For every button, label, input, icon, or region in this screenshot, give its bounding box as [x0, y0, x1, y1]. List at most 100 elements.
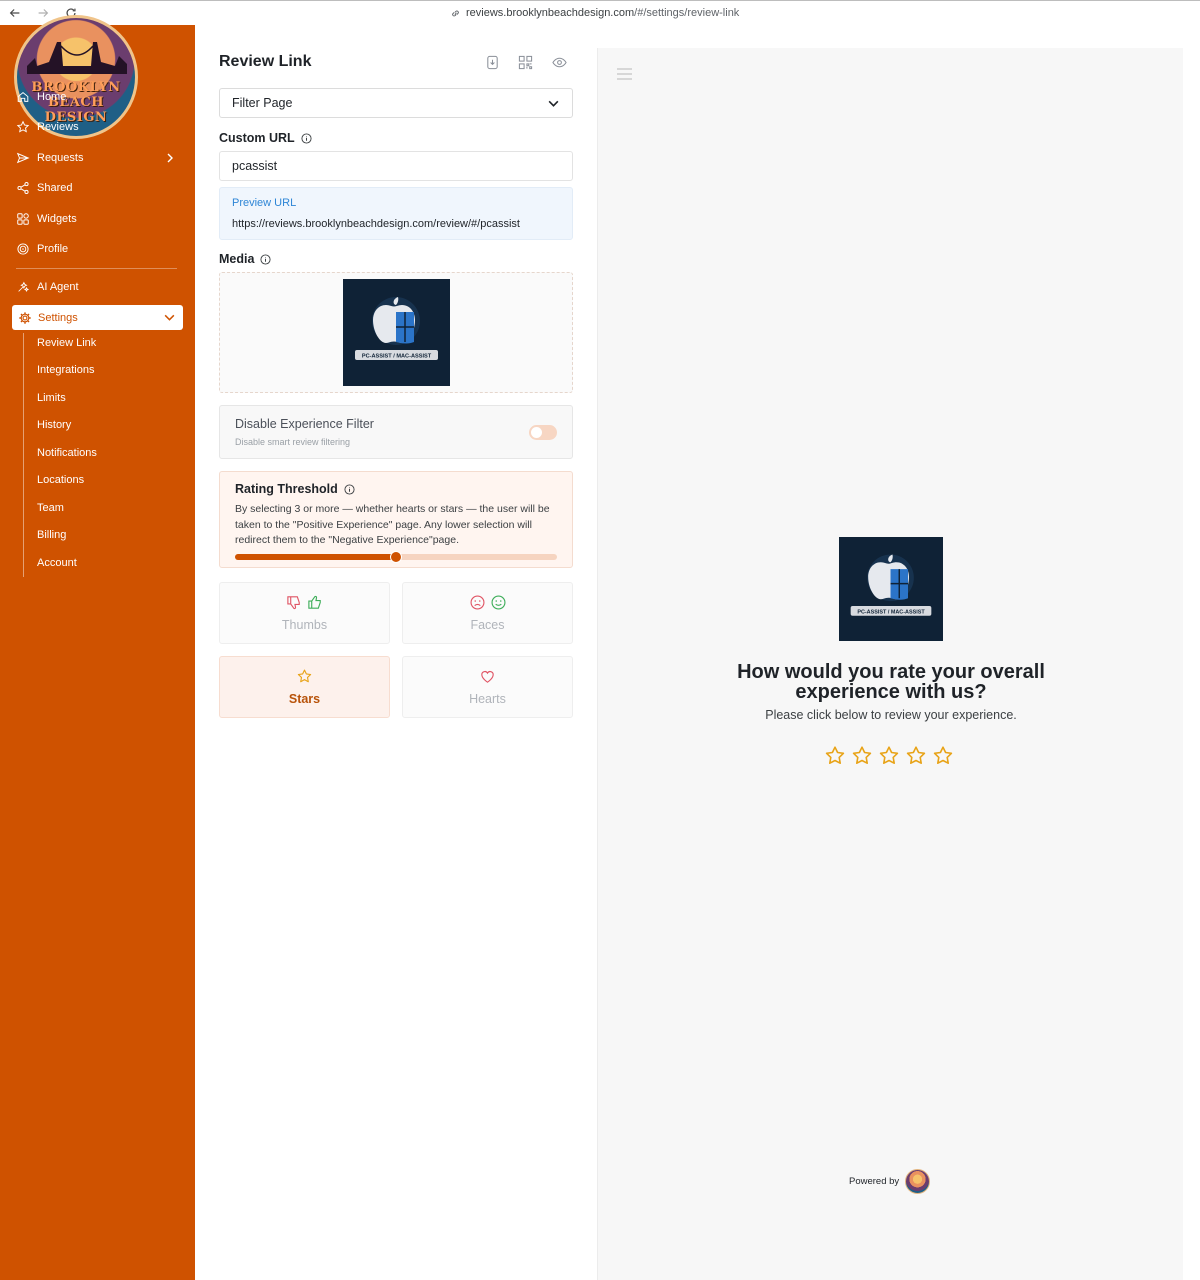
preview-url-label: Preview URL — [232, 197, 297, 209]
star-icon — [16, 120, 30, 133]
submenu-line — [23, 333, 24, 577]
powered-by: Powered by — [849, 1169, 931, 1194]
rating-star-icon[interactable] — [878, 745, 900, 767]
info-icon[interactable] — [301, 132, 312, 144]
submenu-billing[interactable]: Billing — [37, 529, 66, 541]
submenu-locations[interactable]: Locations — [37, 474, 84, 486]
sidebar-item-requests[interactable]: Requests — [16, 147, 83, 169]
download-icon[interactable] — [485, 55, 500, 70]
bridge-silhouette-icon — [27, 42, 127, 74]
sidebar-item-home[interactable]: Home — [16, 86, 66, 108]
rating-type-label: Thumbs — [281, 618, 328, 632]
sidebar-item-reviews[interactable]: Reviews — [16, 116, 79, 138]
happy-face-icon — [491, 595, 505, 610]
sidebar-item-label: Shared — [37, 182, 73, 194]
url-host: reviews.brooklynbeachdesign.com — [466, 7, 635, 19]
powered-by-text: Powered by — [849, 1176, 900, 1187]
rating-star-icon[interactable] — [824, 745, 846, 767]
media-upload-area[interactable]: PC-ASSIST / MAC-ASSIST — [219, 272, 573, 393]
powered-by-logo[interactable] — [905, 1169, 931, 1194]
hamburger-menu-icon[interactable] — [617, 68, 632, 80]
sidebar-item-label: Reviews — [37, 121, 79, 133]
chevron-down-icon — [548, 100, 559, 107]
preview-logo-text: PC-ASSIST / MAC-ASSIST — [857, 609, 925, 615]
info-icon[interactable] — [260, 253, 271, 265]
thumbs-up-icon — [307, 595, 321, 609]
sidebar-item-ai-agent[interactable]: AI Agent — [16, 276, 79, 298]
rating-threshold-description: By selecting 3 or more — whether hearts … — [235, 503, 550, 546]
rating-type-hearts[interactable]: Hearts — [402, 656, 573, 718]
media-logo-text: PC-ASSIST / MAC-ASSIST — [362, 354, 432, 360]
address-bar[interactable]: reviews.brooklynbeachdesign.com/#/settin… — [450, 7, 739, 19]
widgets-icon — [17, 213, 29, 225]
ai-agent-icon — [18, 281, 30, 293]
custom-url-input[interactable]: pcassist — [219, 151, 573, 181]
custom-url-label: Custom URL — [219, 131, 312, 145]
preview-subtitle: Please click below to review your experi… — [765, 708, 1017, 722]
rating-star-icon[interactable] — [905, 745, 927, 767]
gear-icon — [19, 311, 31, 324]
link-icon — [452, 10, 459, 16]
select-value: Filter Page — [232, 96, 293, 110]
sidebar-item-label: Home — [37, 91, 67, 103]
settings-panel: Review Link Filter Page Custom URL pcass… — [195, 25, 598, 1280]
media-label: Media — [219, 252, 271, 266]
submenu-team[interactable]: Team — [37, 502, 64, 514]
sidebar-item-profile[interactable]: Profile — [16, 238, 68, 260]
sidebar-item-label: Requests — [37, 152, 84, 164]
sidebar-item-label: Widgets — [37, 213, 77, 225]
submenu-limits[interactable]: Limits — [37, 392, 66, 404]
experience-filter-toggle[interactable] — [529, 425, 557, 440]
rating-type-label: Faces — [470, 618, 505, 632]
rating-threshold-header: Rating Threshold — [235, 482, 355, 496]
chevron-right-icon[interactable] — [164, 152, 176, 164]
rating-type-stars[interactable]: Stars — [219, 656, 390, 718]
sidebar-item-label: Profile — [37, 243, 69, 255]
share-icon — [17, 182, 29, 194]
submenu-integrations[interactable]: Integrations — [37, 364, 94, 376]
home-icon — [17, 92, 29, 102]
custom-url-value: pcassist — [232, 159, 278, 173]
browser-toolbar: reviews.brooklynbeachdesign.com/#/settin… — [0, 0, 1200, 25]
chevron-down-icon — [164, 314, 175, 321]
submenu-history[interactable]: History — [37, 419, 71, 431]
review-page-preview: PC-ASSIST / MAC-ASSIST How would you rat… — [597, 48, 1183, 1280]
sidebar-item-shared[interactable]: Shared — [16, 177, 72, 199]
preview-title: How would you rate your overall experien… — [737, 661, 1045, 703]
profile-icon — [17, 243, 29, 255]
rating-star-icon[interactable] — [932, 745, 954, 767]
rating-threshold-slider[interactable] — [235, 551, 557, 563]
sidebar-divider — [16, 268, 177, 269]
sidebar-item-settings[interactable]: Settings — [12, 305, 183, 330]
submenu-account[interactable]: Account — [37, 557, 77, 569]
slider-handle[interactable] — [390, 551, 402, 563]
submenu-notifications[interactable]: Notifications — [37, 447, 97, 459]
eye-icon[interactable] — [552, 55, 567, 70]
rating-type-thumbs[interactable]: Thumbs — [219, 582, 390, 644]
slider-fill — [235, 554, 396, 560]
qr-code-icon[interactable] — [518, 55, 533, 70]
submenu-review-link[interactable]: Review Link — [37, 337, 96, 349]
sidebar-item-widgets[interactable]: Widgets — [16, 208, 77, 230]
preview-logo-image: PC-ASSIST / MAC-ASSIST — [839, 537, 943, 641]
rating-type-label: Hearts — [469, 692, 506, 706]
url-path: /#/settings/review-link — [634, 7, 740, 19]
heart-icon — [481, 671, 494, 683]
preview-star-rating — [824, 745, 954, 767]
info-icon[interactable] — [344, 483, 355, 495]
experience-filter-title: Disable Experience Filter — [235, 417, 374, 431]
sidebar-item-label: AI Agent — [37, 281, 79, 293]
experience-filter-subtitle: Disable smart review filtering — [235, 437, 351, 447]
custom-url-label-text: Custom URL — [219, 131, 295, 145]
page-type-select[interactable]: Filter Page — [219, 88, 573, 118]
rating-type-faces[interactable]: Faces — [402, 582, 573, 644]
media-logo-image[interactable]: PC-ASSIST / MAC-ASSIST — [343, 279, 450, 386]
send-icon — [16, 152, 30, 164]
sad-face-icon — [470, 595, 484, 610]
media-label-text: Media — [219, 252, 255, 266]
thumbs-down-icon — [286, 596, 300, 610]
preview-url-value[interactable]: https://reviews.brooklynbeachdesign.com/… — [232, 218, 520, 230]
back-arrow-icon[interactable] — [8, 6, 24, 22]
sidebar: BROOKLYN BEACH DESIGN Home Reviews Reque… — [0, 15, 195, 1280]
rating-star-icon[interactable] — [851, 745, 873, 767]
